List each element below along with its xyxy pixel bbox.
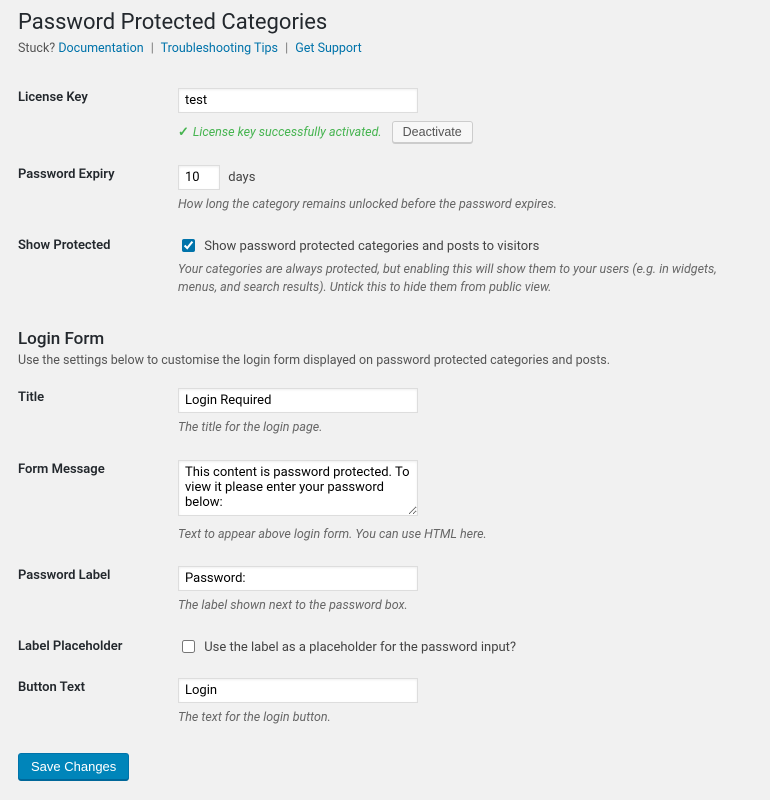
password-expiry-input[interactable] [178, 165, 220, 190]
title-input[interactable] [178, 388, 418, 413]
label-placeholder-checkbox-label: Use the label as a placeholder for the p… [204, 640, 516, 655]
show-protected-label: Show Protected [18, 226, 178, 309]
show-protected-description: Your categories are always protected, bu… [178, 261, 752, 297]
get-support-link[interactable]: Get Support [295, 41, 361, 56]
documentation-link[interactable]: Documentation [58, 41, 143, 56]
stuck-label: Stuck? [18, 41, 55, 56]
license-success-msg: License key successfully activated. [193, 125, 382, 140]
separator: | [285, 41, 288, 56]
label-placeholder-checkbox[interactable] [182, 640, 195, 653]
label-placeholder-label: Label Placeholder [18, 627, 178, 668]
login-form-section-desc: Use the settings below to customise the … [18, 353, 752, 368]
form-message-description: Text to appear above login form. You can… [178, 526, 752, 544]
license-key-label: License Key [18, 78, 178, 155]
password-label-label: Password Label [18, 556, 178, 627]
button-text-description: The text for the login button. [178, 709, 752, 727]
show-protected-checkbox-label: Show password protected categories and p… [204, 239, 539, 254]
login-form-section-title: Login Form [18, 329, 752, 349]
expiry-suffix: days [228, 170, 255, 185]
title-description: The title for the login page. [178, 419, 752, 437]
show-protected-checkbox[interactable] [182, 239, 195, 252]
license-key-input[interactable] [178, 88, 418, 113]
password-label-input[interactable] [178, 566, 418, 591]
save-changes-button[interactable]: Save Changes [18, 753, 129, 780]
button-text-label: Button Text [18, 668, 178, 739]
password-expiry-label: Password Expiry [18, 155, 178, 226]
page-title: Password Protected Categories [18, 10, 752, 35]
check-icon: ✓ [178, 125, 189, 140]
button-text-input[interactable] [178, 678, 418, 703]
form-message-label: Form Message [18, 450, 178, 556]
troubleshooting-link[interactable]: Troubleshooting Tips [161, 41, 278, 56]
password-label-description: The label shown next to the password box… [178, 597, 752, 615]
deactivate-button[interactable]: Deactivate [392, 121, 473, 143]
help-subline: Stuck? Documentation | Troubleshooting T… [18, 41, 752, 56]
expiry-description: How long the category remains unlocked b… [178, 196, 752, 214]
separator: | [151, 41, 154, 56]
form-message-textarea[interactable] [178, 460, 418, 516]
title-field-label: Title [18, 378, 178, 449]
